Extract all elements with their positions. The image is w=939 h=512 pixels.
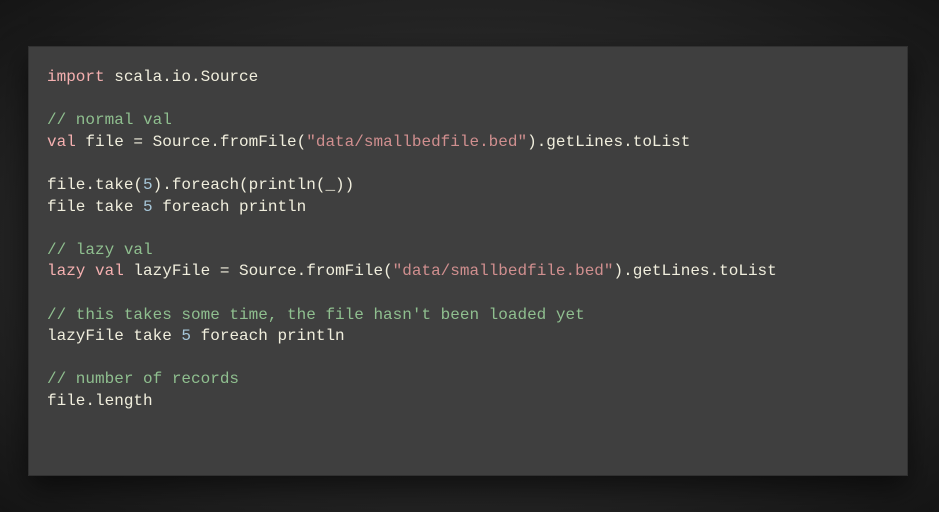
code-text: lazyFile take [47,327,181,345]
code-card: import scala.io.Source // normal val val… [28,46,908,476]
comment-normal-val: // normal val [47,111,172,129]
code-text: file.length [47,392,153,410]
comment-num-records: // number of records [47,370,239,388]
keyword-val: val [47,133,76,151]
comment-lazy-val: // lazy val [47,241,153,259]
string-literal: "data/smallbedfile.bed" [393,262,614,280]
comment-takes-time: // this takes some time, the file hasn't… [47,306,585,324]
number-literal: 5 [181,327,191,345]
string-literal: "data/smallbedfile.bed" [306,133,527,151]
code-text: foreach println [153,198,307,216]
code-text: lazyFile = Source.fromFile( [124,262,393,280]
code-text: foreach println [191,327,345,345]
keyword-lazy: lazy [47,262,85,280]
code-text: file.take( [47,176,143,194]
code-text [85,262,95,280]
code-text: ).getLines.toList [614,262,777,280]
code-text: scala.io.Source [105,68,259,86]
code-text: file = Source.fromFile( [76,133,306,151]
code-text: ).getLines.toList [527,133,690,151]
keyword-import: import [47,68,105,86]
keyword-val: val [95,262,124,280]
code-text: file take [47,198,143,216]
number-literal: 5 [143,176,153,194]
code-block: import scala.io.Source // normal val val… [47,68,777,410]
code-text: ).foreach(println(_)) [153,176,355,194]
number-literal: 5 [143,198,153,216]
